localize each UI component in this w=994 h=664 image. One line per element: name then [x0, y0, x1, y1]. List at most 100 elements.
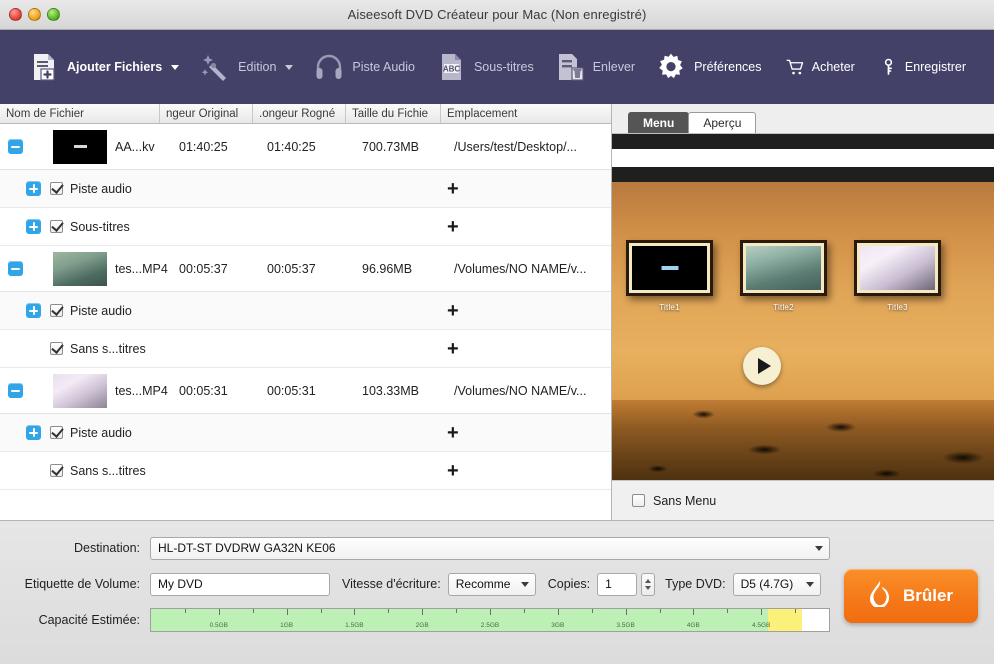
- copies-value: 1: [605, 577, 612, 591]
- main-toolbar: Ajouter Fichiers Edition Piste Audio ABC…: [0, 30, 994, 104]
- minus-square-icon[interactable]: [8, 261, 23, 276]
- subtitle-checkbox[interactable]: [50, 220, 63, 233]
- table-row[interactable]: Piste audio +: [0, 292, 611, 330]
- capacity-tick-label: 4.5GB: [752, 622, 770, 629]
- toolbar-add-files[interactable]: Ajouter Fichiers: [18, 47, 189, 87]
- window-title: Aiseesoft DVD Créateur pour Mac (Non enr…: [0, 7, 994, 22]
- table-row[interactable]: Sous-titres +: [0, 208, 611, 246]
- no-menu-row[interactable]: Sans Menu: [612, 480, 994, 520]
- write-speed-select[interactable]: Recomme: [448, 573, 536, 596]
- add-audio-track-button[interactable]: +: [447, 179, 459, 199]
- capacity-tick-label: 1GB: [280, 622, 293, 629]
- toolbar-preferences[interactable]: Préférences: [645, 47, 771, 87]
- minus-square-icon[interactable]: [8, 139, 23, 154]
- chapter-thumbnail-3[interactable]: Title3: [854, 240, 941, 312]
- toolbar-edition[interactable]: Edition: [189, 47, 303, 87]
- add-subtitle-button[interactable]: +: [447, 217, 459, 237]
- tab-menu[interactable]: Menu: [628, 112, 689, 133]
- capacity-bar: 0.5GB1GB1.5GB2GB2.5GB3GB3.5GB4GB4.5GB: [150, 608, 830, 632]
- toolbar-remove[interactable]: Enlever: [544, 47, 645, 87]
- table-row[interactable]: Sans s...titres +: [0, 452, 611, 490]
- audio-track-label: Piste audio: [70, 426, 132, 440]
- expand-collapse-toggle[interactable]: [0, 383, 30, 398]
- write-speed-value: Recomme: [456, 577, 511, 591]
- chapter-thumbnail-2[interactable]: Title2: [740, 240, 827, 312]
- tab-apercu[interactable]: Aperçu: [688, 112, 756, 133]
- expand-collapse-toggle[interactable]: [0, 261, 30, 276]
- plus-square-icon[interactable]: [26, 181, 41, 196]
- chevron-down-icon[interactable]: [171, 65, 179, 70]
- stepper-up-icon[interactable]: [645, 579, 651, 583]
- write-speed-label: Vitesse d'écriture:: [342, 577, 441, 591]
- destination-row: Destination: HL-DT-ST DVDRW GA32N KE06: [0, 533, 994, 563]
- toolbar-register[interactable]: Enregistrer: [869, 54, 976, 81]
- dvd-type-label: Type DVD:: [665, 577, 725, 591]
- toolbar-audio-track[interactable]: Piste Audio: [303, 47, 425, 87]
- table-row[interactable]: Piste audio +: [0, 414, 611, 452]
- previous-arrow-icon[interactable]: [612, 149, 994, 167]
- capacity-tick-label: 1.5GB: [345, 622, 363, 629]
- add-audio-track-button[interactable]: +: [447, 423, 459, 443]
- table-row[interactable]: Piste audio +: [0, 170, 611, 208]
- column-header-cropped-length[interactable]: .ongeur Rogné: [253, 104, 346, 123]
- menu-preview-stage[interactable]: Title1 Title2 Title3: [612, 182, 994, 480]
- audio-track-checkbox[interactable]: [50, 304, 63, 317]
- plus-square-icon[interactable]: [26, 303, 41, 318]
- minus-square-icon[interactable]: [8, 383, 23, 398]
- destination-value: HL-DT-ST DVDRW GA32N KE06: [158, 541, 336, 555]
- plus-square-icon[interactable]: [26, 425, 41, 440]
- magic-wand-icon: [199, 51, 231, 83]
- headphones-icon: [313, 51, 345, 83]
- key-icon: [879, 58, 898, 77]
- svg-text:ABC: ABC: [443, 64, 461, 73]
- add-audio-track-button[interactable]: +: [447, 301, 459, 321]
- capacity-tick-label: 4GB: [687, 622, 700, 629]
- volume-label-label: Etiquette de Volume:: [0, 577, 140, 591]
- capacity-tick-label: 2.5GB: [481, 622, 499, 629]
- table-row[interactable]: tes...MP4 00:05:31 00:05:31 103.33MB /Vo…: [0, 368, 611, 414]
- capacity-warning-zone: [768, 609, 802, 631]
- capacity-tick-label: 0.5GB: [210, 622, 228, 629]
- toolbar-register-label: Enregistrer: [905, 60, 966, 74]
- subtitle-checkbox[interactable]: [50, 342, 63, 355]
- copies-stepper[interactable]: [641, 573, 655, 596]
- volume-label-input[interactable]: My DVD: [150, 573, 330, 596]
- copies-input[interactable]: 1: [597, 573, 637, 596]
- volume-label-value: My DVD: [158, 577, 203, 591]
- audio-track-label: Piste audio: [70, 182, 132, 196]
- toolbar-subtitles[interactable]: ABC Sous-titres: [425, 47, 544, 87]
- dvd-type-select[interactable]: D5 (4.7G): [733, 573, 821, 596]
- location-cell: /Volumes/NO NAME/v...: [454, 262, 611, 276]
- no-menu-checkbox[interactable]: [632, 494, 645, 507]
- expand-collapse-toggle[interactable]: [0, 139, 30, 154]
- destination-select[interactable]: HL-DT-ST DVDRW GA32N KE06: [150, 537, 830, 560]
- plus-square-icon[interactable]: [26, 219, 41, 234]
- chapter-thumbnail-1[interactable]: Title1: [626, 240, 713, 312]
- toolbar-add-files-label: Ajouter Fichiers: [67, 60, 162, 74]
- destination-label: Destination:: [0, 541, 140, 555]
- chevron-down-icon: [806, 582, 814, 587]
- burn-button[interactable]: Brûler: [844, 569, 978, 623]
- capacity-label: Capacité Estimée:: [0, 613, 140, 627]
- application-window: Aiseesoft DVD Créateur pour Mac (Non enr…: [0, 0, 994, 664]
- play-button-icon[interactable]: [743, 347, 781, 385]
- table-row[interactable]: tes...MP4 00:05:37 00:05:37 96.96MB /Vol…: [0, 246, 611, 292]
- chevron-down-icon[interactable]: [285, 65, 293, 70]
- column-header-name[interactable]: Nom de Fichier: [0, 104, 160, 123]
- add-subtitle-button[interactable]: +: [447, 339, 459, 359]
- stepper-down-icon[interactable]: [645, 586, 651, 590]
- table-row[interactable]: AA...kv 01:40:25 01:40:25 700.73MB /User…: [0, 124, 611, 170]
- audio-track-checkbox[interactable]: [50, 182, 63, 195]
- picture-frame-icon: [626, 240, 713, 296]
- audio-track-checkbox[interactable]: [50, 426, 63, 439]
- add-subtitle-button[interactable]: +: [447, 461, 459, 481]
- chapter-thumbnails: Title1 Title2 Title3: [626, 240, 941, 312]
- toolbar-remove-label: Enlever: [593, 60, 635, 74]
- table-row[interactable]: Sans s...titres +: [0, 330, 611, 368]
- column-header-original-length[interactable]: ngeur Original: [160, 104, 253, 123]
- toolbar-buy[interactable]: Acheter: [776, 54, 865, 81]
- column-header-file-size[interactable]: Taille du Fichie: [346, 104, 441, 123]
- file-size-cell: 700.73MB: [362, 140, 454, 154]
- column-header-location[interactable]: Emplacement: [441, 104, 611, 123]
- subtitle-checkbox[interactable]: [50, 464, 63, 477]
